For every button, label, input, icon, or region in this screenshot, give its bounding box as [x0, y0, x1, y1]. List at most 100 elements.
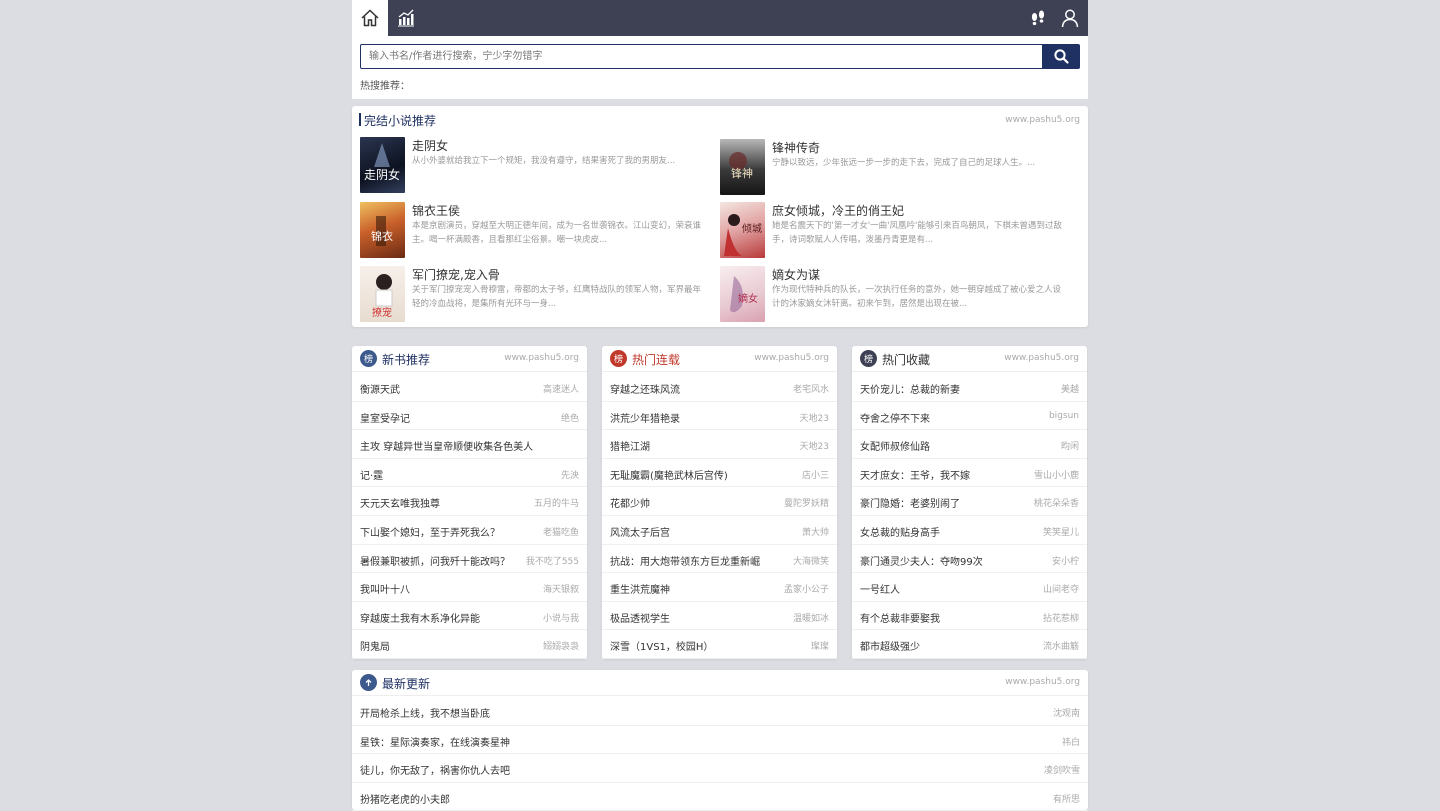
book-title-link[interactable]: 衡源天武 [360, 381, 400, 396]
book-title-link[interactable]: 都市超级强少 [860, 638, 920, 653]
list-item[interactable]: 扮猪吃老虎的小夫郎 有所思 [352, 783, 1088, 811]
book-title-link[interactable]: 夺舍之停不下来 [860, 410, 930, 425]
book-title-link[interactable]: 女配师叔修仙路 [860, 438, 930, 453]
list-item[interactable]: 猎艳江湖 天地23 [602, 430, 837, 459]
author-name: 老猫吃鱼 [542, 528, 579, 538]
user-button[interactable] [1052, 0, 1088, 36]
list-item[interactable]: 夺舍之停不下来 bigsun [852, 402, 1087, 431]
book-title-link[interactable]: 穿越废土我有木系净化异能 [360, 610, 480, 625]
book-title[interactable]: 锋神传奇 [772, 139, 820, 156]
book-cover[interactable]: 倾城 [720, 202, 765, 258]
book-title-link[interactable]: 花都少帅 [610, 495, 650, 510]
list-item[interactable]: 抗战：用大炮带领东方巨龙重新崛 大海微笑 [602, 545, 837, 574]
svg-text:倾城: 倾城 [742, 222, 762, 235]
book-card[interactable]: 撩宠 军门撩宠,宠入骨 关于军门撩宠宠入骨穆雷，帝都的太子爷，红鹰特战队的领军人… [352, 266, 712, 326]
book-title[interactable]: 嫡女为谋 [772, 266, 820, 283]
book-title-link[interactable]: 重生洪荒魔神 [610, 581, 670, 596]
list-item[interactable]: 豪门通灵少夫人：夺吻99次 安小柠 [852, 545, 1087, 574]
search-button[interactable] [1042, 44, 1080, 69]
book-title-link[interactable]: 天元天玄唯我独尊 [360, 495, 440, 510]
book-title-link[interactable]: 天价宠儿：总裁的新妻 [860, 381, 960, 396]
list-item[interactable]: 皇室受孕记 绝色 [352, 402, 587, 431]
book-title-link[interactable]: 暑假兼职被抓，问我歼十能改吗？ [360, 553, 510, 568]
book-title[interactable]: 庶女倾城，冷王的俏王妃 [772, 202, 904, 219]
book-title-link[interactable]: 徒儿，你无敌了，祸害你仇人去吧 [360, 762, 510, 777]
list-item[interactable]: 女总裁的贴身高手 笑笑星儿 [852, 516, 1087, 545]
ranking-button[interactable] [388, 0, 424, 36]
latest-updates-section: 最新更新 www.pashu5.org 开局枪杀上线，我不想当卧底 沈观南 星铁：星… [352, 670, 1088, 811]
book-title-link[interactable]: 扮猪吃老虎的小夫郎 [360, 791, 450, 806]
author-name: 店小三 [801, 470, 829, 481]
book-title[interactable]: 锦衣王侯 [412, 202, 460, 219]
list-item[interactable]: 我叫叶十八 海天银叙 [352, 573, 587, 602]
list-item[interactable]: 天价宠儿：总裁的新妻 美越 [852, 373, 1087, 402]
list-item[interactable]: 一号红人 山间老夺 [852, 573, 1087, 602]
book-cover[interactable]: 嫡女 [720, 266, 765, 322]
home-button[interactable] [352, 0, 388, 36]
list-item[interactable]: 极品透视学生 温暖如冰 [602, 602, 837, 631]
list-item[interactable]: 天元天玄唯我独尊 五月的牛马 [352, 487, 587, 516]
book-title-link[interactable]: 记·霆 [360, 467, 383, 482]
list-item[interactable]: 都市超级强少 流水曲觞 [852, 630, 1087, 659]
book-card[interactable]: 锦衣 锦衣王侯 本是京剧演员，穿越至大明正德年间，成为一名世袭锦衣。江山变幻，荣… [352, 202, 712, 262]
book-title-link[interactable]: 开局枪杀上线，我不想当卧底 [360, 705, 490, 720]
book-card[interactable]: 走阴女 走阴女 从小外婆就给我立下一个规矩，我没有遵守，结果害死了我的男朋友..… [352, 137, 712, 197]
latest-site: www.pashu5.org [1005, 677, 1080, 687]
latest-title: 最新更新 [382, 677, 431, 691]
book-title-link[interactable]: 阴鬼局 [360, 638, 390, 653]
list-item[interactable]: 记·霆 先泱 [352, 459, 587, 488]
svg-text:锋神: 锋神 [731, 166, 753, 180]
list-item[interactable]: 星铁：星际演奏家，在线演奏星神 祎白 [352, 726, 1088, 755]
book-cover[interactable]: 走阴女 [360, 137, 405, 193]
book-title-link[interactable]: 主攻 穿越异世当皇帝顺便收集各色美人 [360, 438, 533, 453]
list-item[interactable]: 风流太子后宫 萧大帅 [602, 516, 837, 545]
list-item[interactable]: 徒儿，你无敌了，祸害你仇人去吧 凌剑吹雪 [352, 754, 1088, 783]
book-title-link[interactable]: 猎艳江湖 [610, 438, 650, 453]
book-title-link[interactable]: 皇室受孕记 [360, 410, 410, 425]
list-item[interactable]: 暑假兼职被抓，问我歼十能改吗？ 我不吃了555 [352, 545, 587, 574]
list-item[interactable]: 女配师叔修仙路 昀闲 [852, 430, 1087, 459]
book-title-link[interactable]: 我叫叶十八 [360, 581, 410, 596]
list-item[interactable]: 天才庶女：王爷，我不嫁 雪山小小鹿 [852, 459, 1087, 488]
book-cover[interactable]: 锦衣 [360, 202, 405, 258]
list-item[interactable]: 豪门隐婚：老婆别闹了 桃花朵朵香 [852, 487, 1087, 516]
book-title-link[interactable]: 无耻魔霸(魔艳武林后宫传) [610, 467, 728, 482]
book-title-link[interactable]: 抗战：用大炮带领东方巨龙重新崛 [610, 553, 760, 568]
list-item[interactable]: 阴鬼局 嫋嫋袅袅 [352, 630, 587, 659]
history-button[interactable] [1020, 0, 1056, 36]
book-title-link[interactable]: 穿越之还珠风流 [610, 381, 680, 396]
list-item[interactable]: 衡源天武 高速迷人 [352, 373, 587, 402]
search-input[interactable]: 输入书名/作者进行搜索，宁少字勿错字 [360, 44, 1043, 69]
list-item[interactable]: 主攻 穿越异世当皇帝顺便收集各色美人 [352, 430, 587, 459]
book-title-link[interactable]: 深雪（1VS1，校园H） [610, 638, 713, 653]
list-item[interactable]: 洪荒少年猎艳录 天地23 [602, 402, 837, 431]
list-item[interactable]: 穿越之还珠风流 老宅风水 [602, 373, 837, 402]
book-cover[interactable]: 撩宠 [360, 266, 405, 322]
book-title-link[interactable]: 风流太子后宫 [610, 524, 670, 539]
list-item[interactable]: 无耻魔霸(魔艳武林后宫传) 店小三 [602, 459, 837, 488]
book-title-link[interactable]: 豪门隐婚：老婆别闹了 [860, 495, 960, 510]
book-card[interactable]: 倾城 庶女倾城，冷王的俏王妃 她是名震天下的'第一才女'一曲'凤凰吟'能够引来百… [712, 202, 1072, 262]
list-item[interactable]: 花都少帅 曼陀罗妖精 [602, 487, 837, 516]
book-title[interactable]: 走阴女 [412, 137, 448, 154]
list-item[interactable]: 有个总裁非要娶我 拈花惹柳 [852, 602, 1087, 631]
book-card[interactable]: 锋神 锋神传奇 宁静以致远，少年张远一步一步的走下去，完成了自己的足球人生。..… [712, 139, 1072, 199]
book-title-link[interactable]: 豪门通灵少夫人：夺吻99次 [860, 553, 983, 568]
author-name: 天地23 [799, 442, 829, 453]
list-item[interactable]: 开局枪杀上线，我不想当卧底 沈观南 [352, 697, 1088, 726]
list-item[interactable]: 穿越废土我有木系净化异能 小说与我 [352, 602, 587, 631]
list-item[interactable]: 深雪（1VS1，校园H） 璨璨 [602, 630, 837, 659]
book-title-link[interactable]: 星铁：星际演奏家，在线演奏星神 [360, 734, 510, 749]
book-title-link[interactable]: 天才庶女：王爷，我不嫁 [860, 467, 970, 482]
list-item[interactable]: 重生洪荒魔神 孟家小公子 [602, 573, 837, 602]
book-title[interactable]: 军门撩宠,宠入骨 [412, 266, 500, 283]
book-cover[interactable]: 锋神 [720, 139, 765, 195]
book-card[interactable]: 嫡女 嫡女为谋 作为现代特种兵的队长，一次执行任务的意外，她一朝穿越成了被心爱之… [712, 266, 1072, 326]
book-title-link[interactable]: 一号红人 [860, 581, 900, 596]
book-title-link[interactable]: 女总裁的贴身高手 [860, 524, 940, 539]
book-title-link[interactable]: 极品透视学生 [610, 610, 670, 625]
book-title-link[interactable]: 有个总裁非要娶我 [860, 610, 940, 625]
list-item[interactable]: 下山娶个媳妇，至于弄死我么？ 老猫吃鱼 [352, 516, 587, 545]
book-title-link[interactable]: 洪荒少年猎艳录 [610, 410, 680, 425]
book-title-link[interactable]: 下山娶个媳妇，至于弄死我么？ [360, 524, 500, 539]
